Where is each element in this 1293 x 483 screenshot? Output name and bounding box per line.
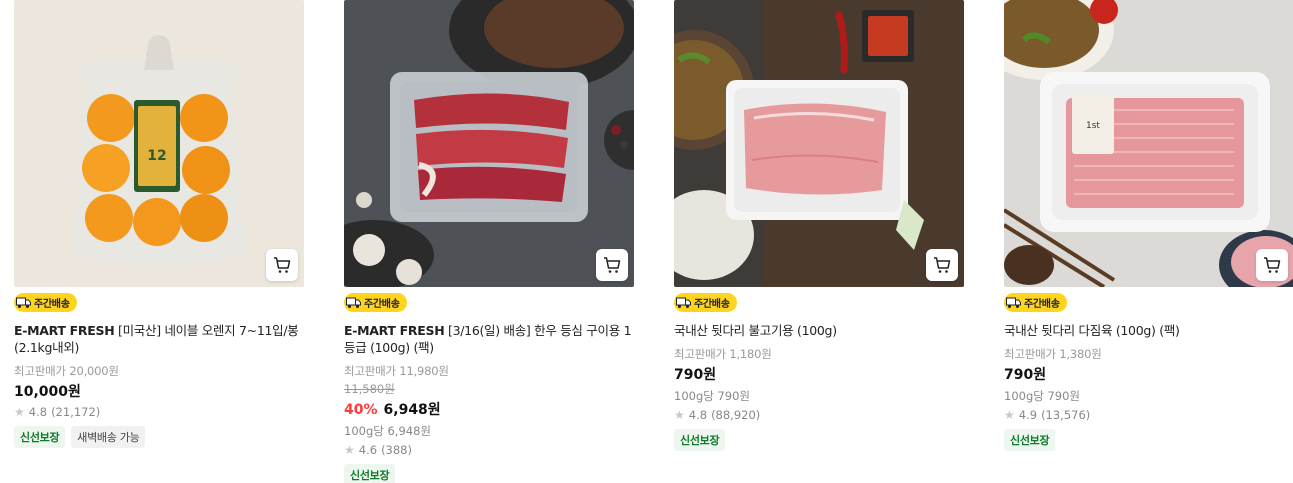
rating-value: 4.8 [28, 405, 48, 419]
product-image[interactable] [344, 0, 634, 287]
add-to-cart-button[interactable] [1256, 249, 1288, 281]
original-price: 11,580원 [344, 382, 395, 396]
truck-icon [676, 297, 691, 308]
product-image[interactable] [674, 0, 964, 287]
add-to-cart-button[interactable] [266, 249, 298, 281]
star-icon: ★ [344, 443, 355, 457]
review-count: (13,576) [1041, 408, 1091, 422]
max-price: 최고판매가 20,000원 [14, 364, 119, 378]
product-card[interactable]: 주간배송 E-MART FRESH [3/16(일) 배송] 한우 등심 구이용… [344, 0, 634, 483]
product-image[interactable]: 1st [1004, 0, 1293, 287]
tag-fresh-guarantee: 신선보장 [674, 429, 726, 451]
tag-fresh-guarantee: 신선보장 [344, 464, 396, 483]
unit-price: 100g당 790원 [1004, 389, 1081, 403]
weekly-delivery-badge: 주간배송 [344, 293, 407, 312]
weekly-delivery-badge: 주간배송 [1004, 293, 1067, 312]
unit-price: 100g당 790원 [674, 389, 751, 403]
add-to-cart-button[interactable] [596, 249, 628, 281]
cart-icon [1264, 257, 1281, 273]
tag-dawn-delivery: 새벽배송 가능 [71, 426, 146, 448]
brand-name: E-MART FRESH [344, 323, 445, 338]
truck-icon [16, 297, 31, 308]
max-price: 최고판매가 1,380원 [1004, 347, 1102, 361]
rating: ★ 4.9 (13,576) [1004, 408, 1293, 422]
truck-icon [1006, 297, 1021, 308]
review-count: (21,172) [51, 405, 101, 419]
rating-value: 4.8 [688, 408, 708, 422]
product-card[interactable]: 주간배송 국내산 뒷다리 불고기용 (100g) 최고판매가 1,180원 79… [674, 0, 964, 451]
review-count: (388) [381, 443, 412, 457]
add-to-cart-button[interactable] [926, 249, 958, 281]
badge-label: 주간배송 [34, 299, 70, 310]
svg-text:1st: 1st [1086, 121, 1100, 131]
rating: ★ 4.8 (88,920) [674, 408, 964, 422]
unit-price: 100g당 6,948원 [344, 424, 431, 438]
sale-price: 790원 [1004, 367, 1047, 383]
discount-rate: 40% [344, 402, 378, 418]
sale-price: 10,000원 [14, 384, 81, 400]
badge-label: 주간배송 [364, 299, 400, 310]
brand-name: E-MART FRESH [14, 323, 115, 338]
cart-icon [934, 257, 951, 273]
product-title[interactable]: E-MART FRESH [3/16(일) 배송] 한우 등심 구이용 1등급 … [344, 322, 634, 356]
product-title[interactable]: E-MART FRESH [미국산] 네이블 오렌지 7~11입/봉 (2.1k… [14, 322, 304, 356]
cart-icon [604, 257, 621, 273]
review-count: (88,920) [711, 408, 761, 422]
rating: ★ 4.6 (388) [344, 443, 634, 457]
star-icon: ★ [14, 405, 25, 419]
rating-value: 4.9 [1018, 408, 1038, 422]
tag-fresh-guarantee: 신선보장 [14, 426, 66, 448]
badge-label: 주간배송 [694, 299, 730, 310]
product-card[interactable]: 12 주간배송 E-MART FRESH [미국산] 네이블 오렌지 7~11입… [14, 0, 304, 448]
rating-value: 4.6 [358, 443, 378, 457]
product-card[interactable]: 1st 주간배송 국내산 뒷다리 다짐육 (100g) (팩) 최고판매가 1,… [1004, 0, 1293, 451]
max-price: 최고판매가 1,180원 [674, 347, 772, 361]
rating: ★ 4.8 (21,172) [14, 405, 304, 419]
star-icon: ★ [674, 408, 685, 422]
star-icon: ★ [1004, 408, 1015, 422]
max-price: 최고판매가 11,980원 [344, 364, 449, 378]
product-image[interactable]: 12 [14, 0, 304, 287]
product-name: 국내산 뒷다리 다짐육 (100g) (팩) [1004, 323, 1180, 338]
weekly-delivery-badge: 주간배송 [14, 293, 77, 312]
svg-text:12: 12 [147, 148, 166, 164]
sale-price: 6,948원 [383, 402, 441, 418]
weekly-delivery-badge: 주간배송 [674, 293, 737, 312]
truck-icon [346, 297, 361, 308]
product-title[interactable]: 국내산 뒷다리 다짐육 (100g) (팩) [1004, 322, 1293, 339]
product-title[interactable]: 국내산 뒷다리 불고기용 (100g) [674, 322, 964, 339]
product-name: 국내산 뒷다리 불고기용 (100g) [674, 323, 837, 338]
tag-fresh-guarantee: 신선보장 [1004, 429, 1056, 451]
cart-icon [274, 257, 291, 273]
badge-label: 주간배송 [1024, 299, 1060, 310]
sale-price: 790원 [674, 367, 717, 383]
